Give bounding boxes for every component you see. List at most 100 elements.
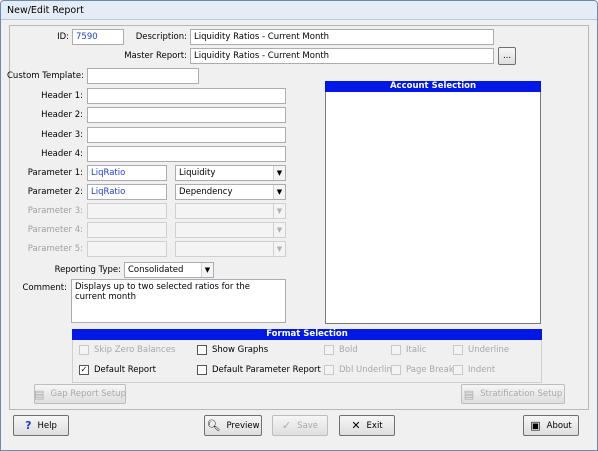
stratification-setup-button: ▤ Stratification Setup [461, 384, 565, 404]
reporting-type-value: Consolidated [128, 265, 184, 275]
save-button: ✓ Save [272, 415, 328, 436]
header2-field[interactable] [87, 107, 286, 123]
parameter5-field [87, 241, 167, 257]
reporting-type-select[interactable]: Consolidated ▼ [124, 262, 214, 278]
checkbox-box[interactable] [197, 365, 207, 375]
default-parameter-report-checkbox[interactable]: Default Parameter Report [197, 365, 321, 375]
parameter4-field [87, 222, 167, 238]
indent-label: Indent [468, 365, 496, 375]
id-label: ID: [57, 32, 69, 42]
preview-label: Preview [226, 420, 260, 431]
gap-report-label: Gap Report Setup [50, 389, 126, 399]
bold-label: Bold [339, 345, 358, 355]
parameter5-label: Parameter 5: [27, 244, 83, 254]
chevron-down-icon: ▼ [273, 223, 285, 237]
info-icon: ▣ [530, 419, 541, 432]
help-label: Help [37, 420, 57, 431]
parameter2-field[interactable]: LiqRatio [87, 184, 167, 200]
italic-checkbox: Italic [391, 345, 426, 355]
checkbox-box [324, 345, 334, 355]
parameter2-select-value: Dependency [179, 187, 233, 197]
chevron-down-icon[interactable]: ▼ [201, 263, 213, 277]
custom-template-field[interactable] [87, 68, 199, 84]
save-label: Save [297, 420, 319, 431]
chevron-down-icon[interactable]: ▼ [273, 185, 285, 199]
default-parameter-report-label: Default Parameter Report [212, 365, 321, 375]
show-graphs-label: Show Graphs [212, 345, 269, 355]
close-icon: ✕ [351, 419, 361, 432]
chevron-down-icon[interactable]: ▼ [273, 166, 285, 180]
parameter2-label: Parameter 2: [27, 187, 83, 197]
account-selection-list[interactable] [325, 81, 541, 324]
parameter3-label: Parameter 3: [27, 206, 83, 216]
parameter1-label: Parameter 1: [27, 168, 83, 178]
about-label: About [546, 420, 572, 431]
indent-checkbox: Indent [453, 365, 495, 375]
show-graphs-checkbox[interactable]: Show Graphs [197, 345, 268, 355]
checkbox-box [453, 345, 463, 355]
browse-label: ... [502, 51, 512, 61]
header2-label: Header 2: [41, 110, 83, 120]
reporting-type-label: Reporting Type: [54, 265, 121, 275]
custom-template-label: Custom Template: [7, 71, 84, 81]
default-report-label: Default Report [94, 365, 156, 375]
check-icon[interactable]: ✓ [79, 365, 89, 375]
parameter3-field [87, 203, 167, 219]
default-report-checkbox[interactable]: ✓ Default Report [79, 365, 156, 375]
header1-field[interactable] [87, 88, 286, 104]
preview-icon: 🔍︎ [206, 419, 221, 432]
page-break-label: Page Break [406, 365, 454, 375]
comment-label: Comment: [22, 283, 67, 293]
description-label: Description: [135, 32, 187, 42]
parameter1-select-value: Liquidity [179, 168, 216, 178]
parameter4-select: ▼ [175, 222, 286, 238]
checkbox-box [324, 365, 334, 375]
title-bar: New/Edit Report [1, 1, 597, 20]
master-report-label: Master Report: [124, 51, 187, 61]
preview-button[interactable]: 🔍︎ Preview [204, 415, 262, 436]
header1-label: Header 1: [41, 91, 83, 101]
format-selection-header: Format Selection [72, 329, 542, 340]
master-report-field[interactable]: Liquidity Ratios - Current Month [190, 48, 494, 64]
parameter5-select: ▼ [175, 241, 286, 257]
parameter3-select: ▼ [175, 203, 286, 219]
dbl-underline-checkbox: Dbl Underline [324, 365, 397, 375]
description-field[interactable]: Liquidity Ratios - Current Month [190, 29, 494, 45]
window-title: New/Edit Report [7, 5, 84, 16]
exit-button[interactable]: ✕ Exit [339, 415, 395, 436]
header3-label: Header 3: [41, 130, 83, 140]
check-icon: ✓ [281, 419, 292, 432]
chevron-down-icon: ▼ [273, 242, 285, 256]
help-button[interactable]: ? Help [13, 415, 69, 436]
report-icon: ▤ [34, 387, 45, 401]
skip-zero-checkbox: Skip Zero Balances [79, 345, 175, 355]
checkbox-box [391, 345, 401, 355]
underline-checkbox: Underline [453, 345, 509, 355]
parameter4-label: Parameter 4: [27, 225, 83, 235]
header4-label: Header 4: [41, 149, 83, 159]
checkbox-box [79, 345, 89, 355]
checkbox-box[interactable] [197, 345, 207, 355]
parameter1-select[interactable]: Liquidity ▼ [175, 165, 286, 181]
italic-label: Italic [406, 345, 427, 355]
parameter2-select[interactable]: Dependency ▼ [175, 184, 286, 200]
page-break-checkbox: Page Break [391, 365, 454, 375]
checkbox-box [453, 365, 463, 375]
bold-checkbox: Bold [324, 345, 358, 355]
id-field[interactable]: 7590 [72, 29, 124, 45]
stratification-label: Stratification Setup [480, 389, 563, 399]
dbl-underline-label: Dbl Underline [339, 365, 398, 375]
checkbox-box [391, 365, 401, 375]
report-window: New/Edit Report ID: 7590 Description: Li… [0, 0, 598, 451]
header4-field[interactable] [87, 146, 286, 162]
underline-label: Underline [468, 345, 510, 355]
browse-master-button[interactable]: ... [498, 47, 516, 65]
exit-label: Exit [366, 420, 383, 431]
help-icon: ? [25, 419, 32, 432]
comment-field[interactable]: Displays up to two selected ratios for t… [71, 279, 286, 323]
gap-report-setup-button: ▤ Gap Report Setup [34, 384, 126, 404]
header3-field[interactable] [87, 127, 286, 143]
chevron-down-icon: ▼ [273, 204, 285, 218]
parameter1-field[interactable]: LiqRatio [87, 165, 167, 181]
about-button[interactable]: ▣ About [523, 415, 579, 436]
